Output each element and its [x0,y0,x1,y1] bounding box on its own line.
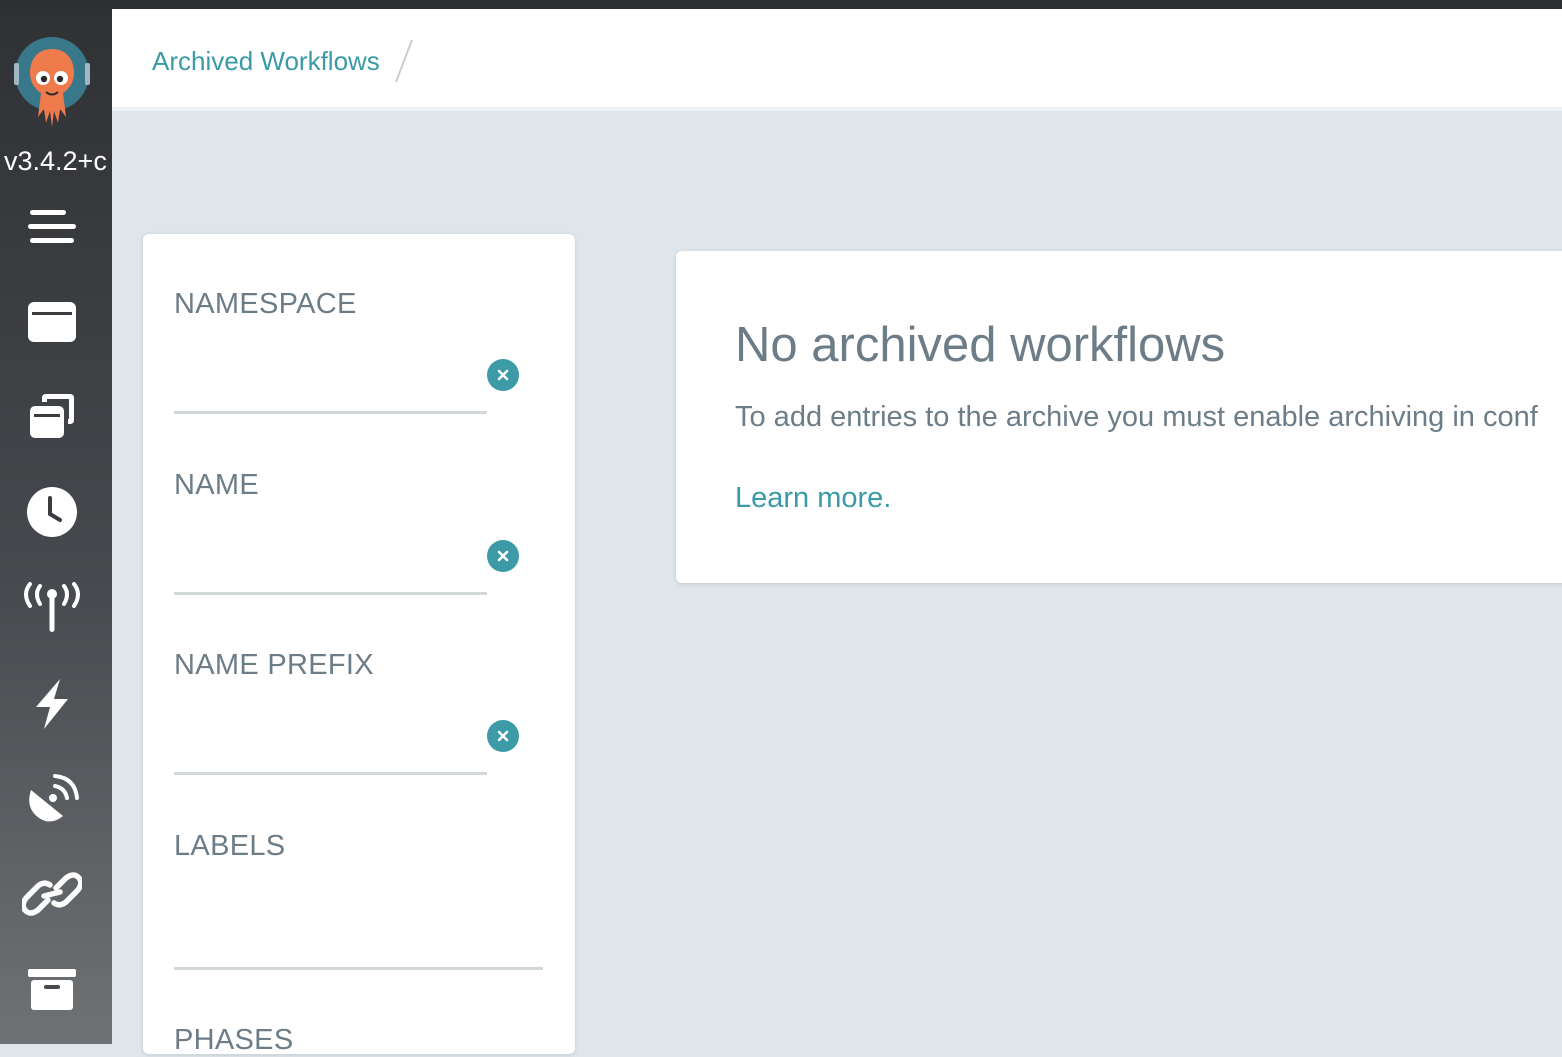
close-icon [497,369,509,381]
sidebar-item-sensors[interactable] [20,672,84,736]
sidebar-item-archived-workflows[interactable] [20,957,84,1021]
chain-link-icon [22,872,82,916]
broadcast-tower-icon [24,582,80,632]
breadcrumb-separator-icon [394,39,413,83]
empty-state-title: No archived workflows [735,318,1226,372]
breadcrumb: Archived Workflows [152,39,416,83]
clock-icon [27,487,77,537]
breadcrumb-archived-workflows[interactable]: Archived Workflows [152,46,380,77]
name-clear-button[interactable] [487,540,519,572]
stacked-windows-icon [30,394,74,438]
argo-logo[interactable] [14,29,90,131]
name-input[interactable] [174,547,487,595]
sidebar-item-cron-workflows[interactable] [20,480,84,544]
learn-more-link[interactable]: Learn more. [735,482,891,515]
name-prefix-clear-button[interactable] [487,720,519,752]
name-prefix-label: NAME PREFIX [174,649,374,681]
satellite-dish-icon [29,774,79,822]
name-prefix-input[interactable] [174,727,487,775]
namespace-clear-button[interactable] [487,359,519,391]
labels-label: LABELS [174,830,286,862]
phases-label: PHASES [174,1024,294,1056]
labels-input[interactable] [174,922,543,970]
sidebar-item-menu[interactable] [20,195,84,259]
archive-box-icon [28,969,76,1010]
empty-state-card: No archived workflows To add entries to … [676,251,1562,583]
hamburger-menu-icon [28,210,76,243]
app-version: v3.4.2+c [4,146,107,176]
window-top-bar [0,0,1562,9]
namespace-label: NAMESPACE [174,288,357,320]
name-label: NAME [174,469,259,501]
sidebar-item-event-flow[interactable] [20,767,84,831]
sidebar-item-event-sources[interactable] [20,576,84,640]
sidebar-item-workflow-templates[interactable] [20,384,84,448]
sidebar: v3.4.2+c [0,9,112,1044]
window-icon [28,302,76,342]
empty-state-text: To add entries to the archive you must e… [735,401,1538,433]
namespace-input[interactable] [174,366,487,414]
sidebar-item-workflows[interactable] [20,290,84,354]
argo-octopus-icon [14,37,90,127]
close-icon [497,730,509,742]
filter-panel: NAMESPACE NAME NAME PREFIX LABELS PHASES [143,234,575,1056]
close-icon [497,550,509,562]
sidebar-item-links[interactable] [20,862,84,926]
lightning-bolt-icon [36,679,68,729]
page-header: Archived Workflows [112,9,1562,111]
